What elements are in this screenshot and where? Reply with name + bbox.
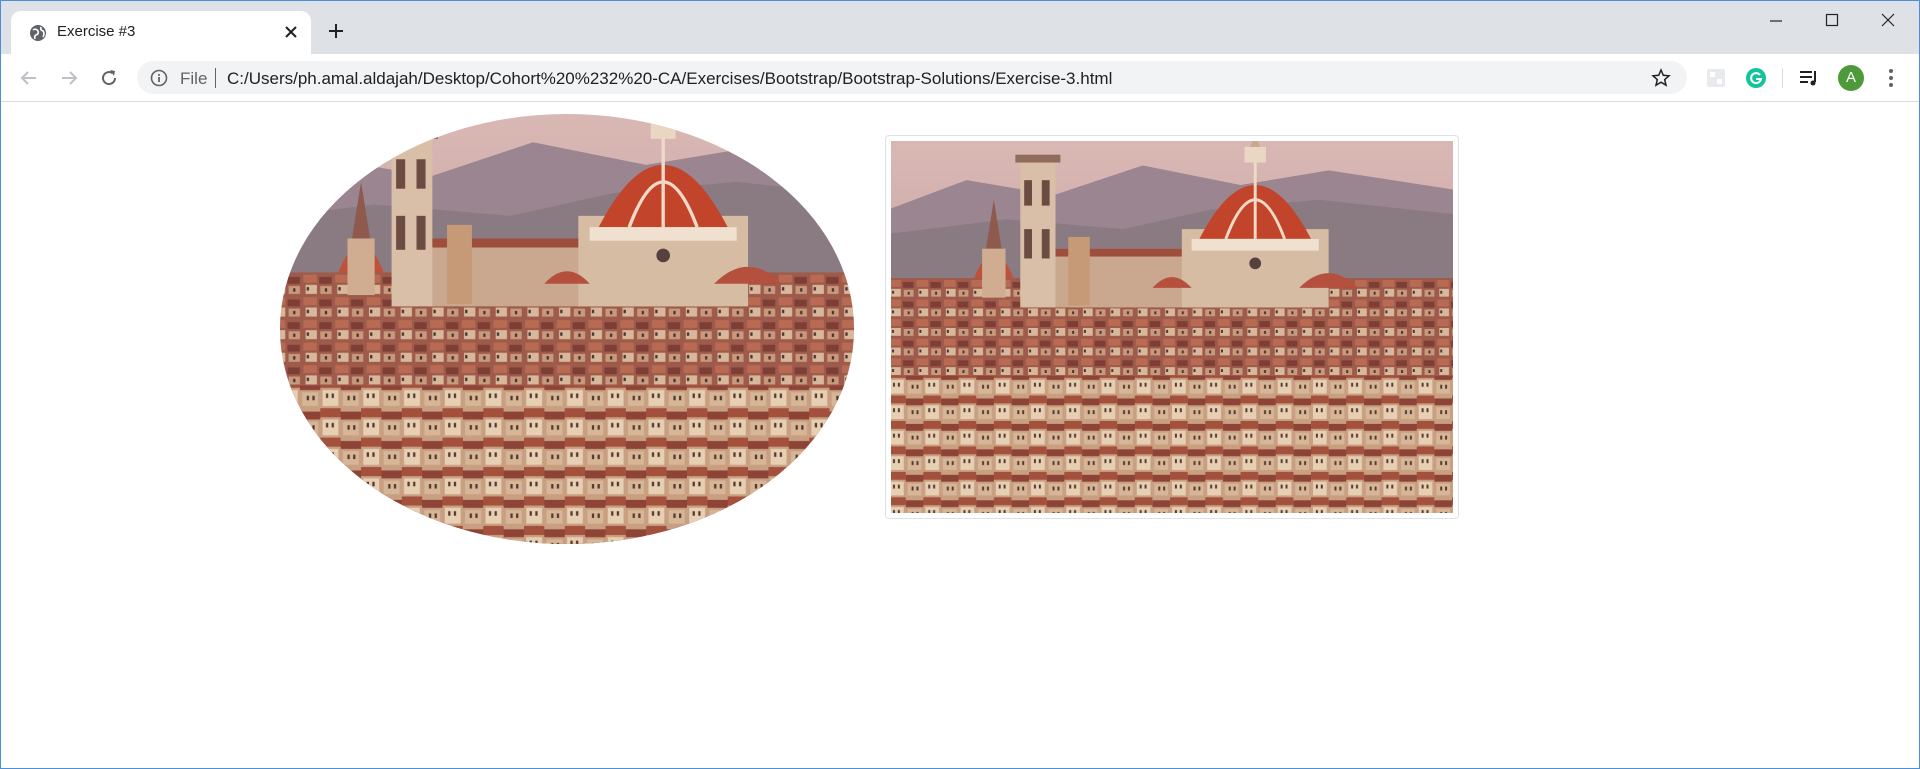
- toolbar-divider: [1782, 68, 1783, 88]
- url-text[interactable]: C:/Users/ph.amal.aldajah/Desktop/Cohort%…: [227, 69, 1112, 89]
- maximize-icon[interactable]: [1814, 11, 1850, 35]
- close-icon[interactable]: [1870, 11, 1906, 35]
- tab-exercise-3[interactable]: Exercise #3: [11, 11, 311, 54]
- kebab-menu-icon[interactable]: [1883, 66, 1899, 90]
- star-icon[interactable]: [1651, 68, 1671, 88]
- minimize-icon[interactable]: [1758, 11, 1794, 35]
- tab-strip: Exercise #3: [1, 1, 1919, 54]
- page-content: [1, 102, 1919, 768]
- thumbnail-image: [891, 141, 1453, 513]
- grammarly-icon[interactable]: [1745, 67, 1767, 89]
- media-control-icon[interactable]: [1798, 67, 1820, 89]
- globe-icon: [29, 24, 47, 42]
- close-icon[interactable]: [282, 23, 300, 41]
- florence-cathedral-rounded: [280, 114, 854, 544]
- divider: [215, 68, 216, 88]
- plus-icon[interactable]: [326, 21, 346, 41]
- extension-icon[interactable]: [1705, 67, 1727, 89]
- arrow-right-icon[interactable]: [57, 66, 81, 90]
- florence-cathedral-thumbnail: [885, 135, 1459, 519]
- info-icon[interactable]: [150, 69, 168, 87]
- arrow-left-icon[interactable]: [17, 66, 41, 90]
- browser-window: Exercise #3 File C:/Users/ph.amal.aldaja…: [0, 0, 1920, 769]
- scheme-label: File: [180, 69, 208, 88]
- address-bar[interactable]: File C:/Users/ph.amal.aldajah/Desktop/Co…: [137, 61, 1687, 94]
- browser-toolbar: File C:/Users/ph.amal.aldajah/Desktop/Co…: [1, 54, 1919, 102]
- tab-title: Exercise #3: [57, 23, 136, 40]
- reload-icon[interactable]: [97, 66, 121, 90]
- avatar[interactable]: A: [1838, 65, 1864, 91]
